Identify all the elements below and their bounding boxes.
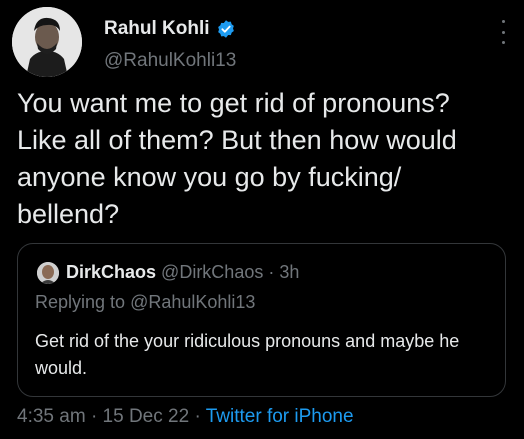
quoted-avatar[interactable] [37, 262, 59, 284]
verified-badge-icon [217, 20, 234, 38]
more-dot [501, 20, 505, 23]
quoted-header: DirkChaos @DirkChaos · 3h [66, 262, 299, 283]
quoted-separator: · [268, 262, 275, 282]
quoted-author-handle[interactable]: @DirkChaos [161, 262, 263, 282]
author-name[interactable]: Rahul Kohli [104, 18, 236, 40]
tweet-meta: 4:35 am · 15 Dec 22 · Twitter for iPhone [17, 406, 354, 428]
tweet-date[interactable]: 15 Dec 22 [103, 406, 190, 427]
author-handle[interactable]: @RahulKohli13 [104, 50, 236, 72]
meta-separator: · [194, 406, 201, 427]
more-dot [501, 30, 505, 34]
author-name-text[interactable]: Rahul Kohli [104, 18, 210, 40]
quoted-author-name[interactable]: DirkChaos [66, 262, 156, 282]
more-dot [501, 41, 505, 44]
quoted-reply-context: Replying to @RahulKohli13 [35, 292, 255, 313]
tweet-source-link[interactable]: Twitter for iPhone [206, 406, 354, 427]
author-avatar[interactable] [12, 7, 82, 77]
reply-to-handle[interactable]: @RahulKohli13 [130, 292, 255, 312]
tweet-time[interactable]: 4:35 am [17, 406, 86, 427]
quoted-timestamp[interactable]: 3h [279, 262, 299, 282]
quoted-text: Get rid of the your ridiculous pronouns … [35, 331, 460, 378]
reply-prefix: Replying to [35, 292, 131, 312]
quoted-tweet[interactable]: DirkChaos @DirkChaos · 3h Replying to @R… [17, 243, 506, 397]
tweet-text: You want me to get rid of pronouns? Like… [17, 88, 457, 229]
meta-separator: · [90, 406, 98, 427]
more-options-icon[interactable] [500, 20, 506, 44]
